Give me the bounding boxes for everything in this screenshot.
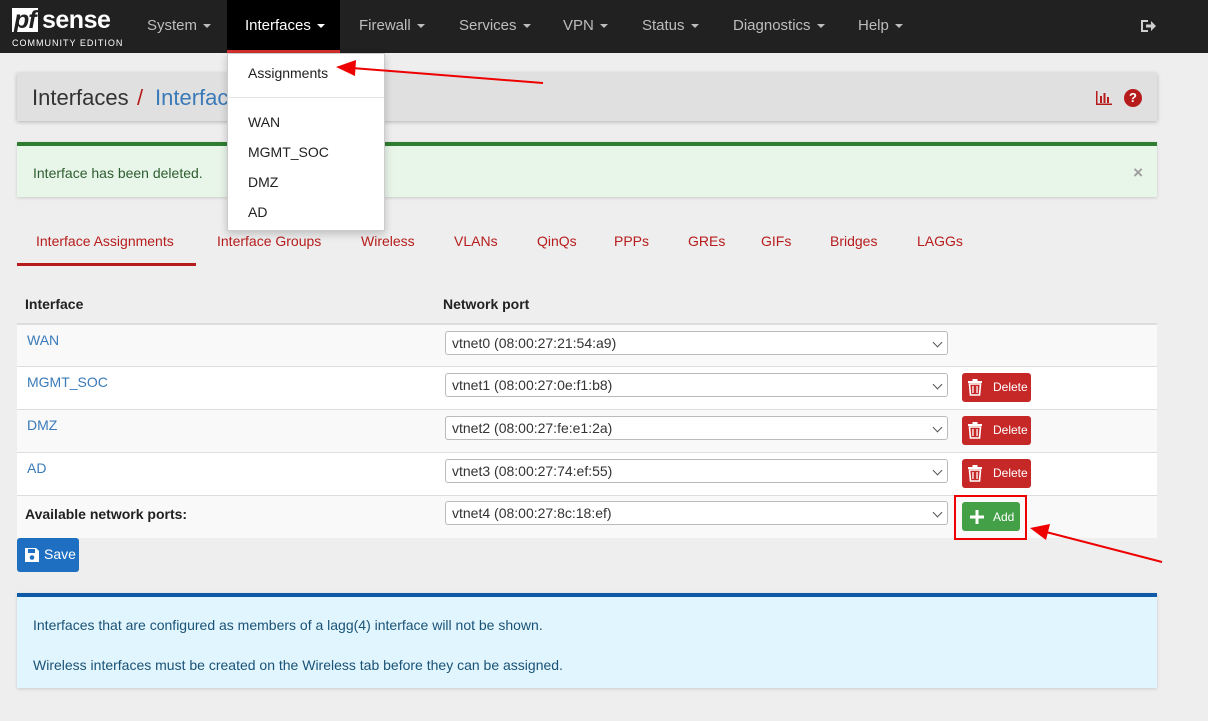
breadcrumb: Interfaces / Interface (17, 73, 1157, 121)
column-header-network-port: Network port (443, 296, 530, 312)
trash-icon (968, 465, 982, 482)
network-port-select-wan[interactable]: vtnet0 (08:00:27:21:54:a9) (445, 331, 948, 355)
interface-link-mgmt-soc[interactable]: MGMT_SOC (27, 374, 108, 390)
add-button-highlight-box (954, 495, 1027, 540)
menu-item-assignments[interactable]: Assignments (248, 65, 328, 81)
nav-status-label: Status (642, 17, 685, 34)
nav-firewall-label: Firewall (359, 17, 411, 34)
floppy-disk-icon (25, 548, 39, 562)
chevron-down-icon (932, 507, 943, 518)
network-port-value: vtnet2 (08:00:27:fe:e1:2a) (452, 420, 613, 436)
table-row: AD vtnet3 (08:00:27:74:ef:55) Delete (17, 453, 1157, 496)
success-alert: Interface has been deleted. × (17, 142, 1157, 197)
delete-label: Delete (993, 380, 1028, 394)
interface-link-dmz[interactable]: DMZ (27, 417, 57, 433)
interface-link-ad[interactable]: AD (27, 460, 46, 476)
trash-icon (968, 379, 982, 396)
caret-down-icon (316, 24, 325, 29)
interface-link-wan[interactable]: WAN (27, 332, 59, 348)
delete-label: Delete (993, 423, 1028, 437)
info-message-lagg: Interfaces that are configured as member… (33, 617, 543, 633)
tab-interface-assignments[interactable]: Interface Assignments (36, 233, 174, 249)
nav-firewall[interactable]: Firewall (341, 0, 443, 53)
tab-qinqs[interactable]: QinQs (537, 233, 577, 249)
info-alert: Interfaces that are configured as member… (17, 593, 1157, 688)
info-message-wireless: Wireless interfaces must be created on t… (33, 657, 563, 673)
tab-bridges[interactable]: Bridges (830, 233, 877, 249)
nav-system[interactable]: System (129, 0, 229, 53)
network-port-select-dmz[interactable]: vtnet2 (08:00:27:fe:e1:2a) (445, 416, 948, 440)
column-header-interface: Interface (25, 296, 84, 312)
chevron-down-icon (932, 337, 943, 348)
caret-down-icon (416, 24, 425, 29)
tab-gifs[interactable]: GIFs (761, 233, 791, 249)
interfaces-dropdown-menu: Assignments WAN MGMT_SOC DMZ AD (227, 53, 385, 231)
delete-button-ad[interactable]: Delete (962, 459, 1031, 488)
chevron-down-icon (932, 465, 943, 476)
save-label: Save (44, 546, 76, 562)
tab-laggs[interactable]: LAGGs (917, 233, 963, 249)
network-port-value: vtnet4 (08:00:27:8c:18:ef) (452, 505, 612, 521)
nav-vpn[interactable]: VPN (545, 0, 626, 53)
tab-interface-groups[interactable]: Interface Groups (217, 233, 321, 249)
nav-system-label: System (147, 17, 198, 34)
nav-interfaces-label: Interfaces (245, 17, 311, 34)
tab-ppps[interactable]: PPPs (614, 233, 649, 249)
nav-help-label: Help (858, 17, 889, 34)
menu-item-wan[interactable]: WAN (248, 114, 280, 130)
delete-button-dmz[interactable]: Delete (962, 416, 1031, 445)
menu-item-mgmt-soc[interactable]: MGMT_SOC (248, 144, 329, 160)
tab-gres[interactable]: GREs (688, 233, 725, 249)
close-icon[interactable]: × (1133, 163, 1143, 183)
delete-button-mgmt-soc[interactable]: Delete (962, 373, 1031, 402)
caret-down-icon (894, 24, 903, 29)
network-port-value: vtnet0 (08:00:27:21:54:a9) (452, 335, 617, 351)
caret-down-icon (599, 24, 608, 29)
nav-diagnostics-label: Diagnostics (733, 17, 811, 34)
network-port-select-ad[interactable]: vtnet3 (08:00:27:74:ef:55) (445, 459, 948, 483)
sign-out-icon[interactable] (1139, 17, 1157, 35)
bar-chart-icon[interactable] (1095, 90, 1113, 106)
breadcrumb-separator: / (137, 85, 144, 110)
nav-status[interactable]: Status (624, 0, 717, 53)
menu-divider (228, 97, 384, 98)
caret-down-icon (690, 24, 699, 29)
help-icon[interactable]: ? (1124, 89, 1142, 107)
table-row: DMZ vtnet2 (08:00:27:fe:e1:2a) Delete (17, 410, 1157, 453)
top-navbar: pf sense COMMUNITY EDITION System Interf… (0, 0, 1208, 53)
table-row: WAN vtnet0 (08:00:27:21:54:a9) (17, 325, 1157, 367)
logo-pf: pf (12, 6, 38, 34)
chevron-down-icon (932, 379, 943, 390)
network-port-value: vtnet3 (08:00:27:74:ef:55) (452, 463, 613, 479)
trash-icon (968, 422, 982, 439)
nav-interfaces[interactable]: Interfaces (227, 0, 340, 53)
menu-item-ad[interactable]: AD (248, 204, 267, 220)
nav-help[interactable]: Help (840, 0, 921, 53)
network-port-select-mgmt-soc[interactable]: vtnet1 (08:00:27:0e:f1:b8) (445, 373, 948, 397)
caret-down-icon (522, 24, 531, 29)
table-row: MGMT_SOC vtnet1 (08:00:27:0e:f1:b8) Dele… (17, 367, 1157, 410)
success-message: Interface has been deleted. (33, 165, 203, 181)
logo-edition: COMMUNITY EDITION (12, 38, 124, 48)
pfsense-logo[interactable]: pf sense COMMUNITY EDITION (12, 8, 122, 48)
logo-sense: sense (42, 6, 111, 34)
nav-diagnostics[interactable]: Diagnostics (715, 0, 843, 53)
available-port-select[interactable]: vtnet4 (08:00:27:8c:18:ef) (445, 501, 948, 525)
chevron-down-icon (932, 422, 943, 433)
network-port-value: vtnet1 (08:00:27:0e:f1:b8) (452, 377, 613, 393)
caret-down-icon (203, 24, 212, 29)
breadcrumb-section: Interfaces (32, 85, 129, 110)
tab-wireless[interactable]: Wireless (361, 233, 415, 249)
delete-label: Delete (993, 466, 1028, 480)
nav-services[interactable]: Services (441, 0, 549, 53)
nav-services-label: Services (459, 17, 517, 34)
available-ports-label: Available network ports: (25, 506, 188, 522)
tab-vlans[interactable]: VLANs (454, 233, 498, 249)
caret-down-icon (816, 24, 825, 29)
active-tab-indicator (17, 263, 196, 266)
save-button[interactable]: Save (17, 538, 79, 572)
nav-vpn-label: VPN (563, 17, 594, 34)
menu-item-dmz[interactable]: DMZ (248, 174, 278, 190)
